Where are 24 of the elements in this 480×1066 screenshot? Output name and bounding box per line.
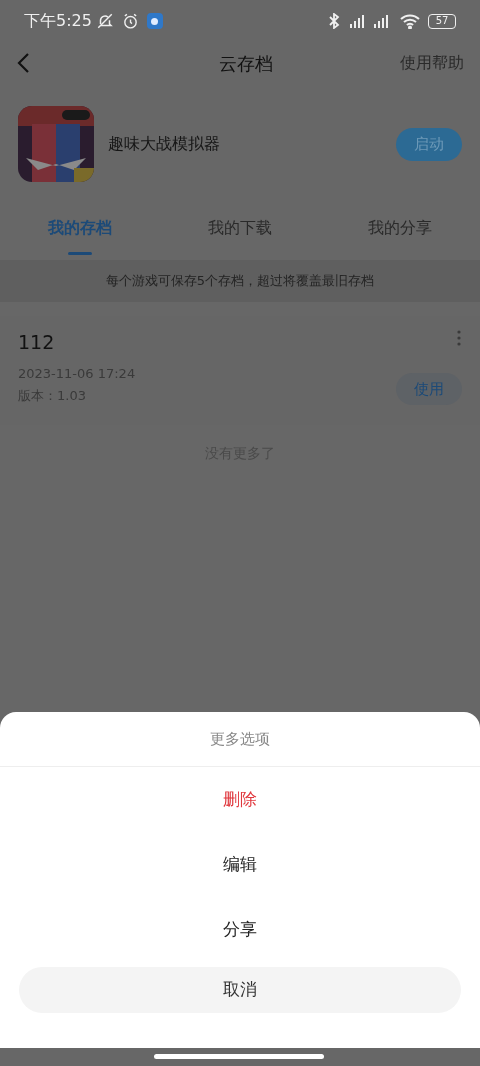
menu-option[interactable]: 编辑	[0, 832, 480, 897]
back-icon[interactable]	[16, 52, 32, 74]
more-icon[interactable]	[456, 330, 462, 346]
app-icon	[18, 106, 94, 182]
sheet-title: 更多选项	[210, 728, 270, 750]
bluetooth-icon	[328, 13, 340, 29]
status-time: 下午5:25	[24, 10, 92, 32]
wifi-icon	[400, 13, 420, 29]
launch-button[interactable]: 启动	[396, 127, 462, 161]
mute-bell-icon	[95, 12, 114, 30]
cancel-button[interactable]: 取消	[19, 967, 461, 1013]
tab[interactable]: 我的下载	[160, 202, 320, 260]
tab[interactable]: 我的分享	[320, 202, 480, 260]
page-title: 云存档	[219, 51, 273, 76]
battery-indicator: 57	[428, 13, 456, 29]
tab[interactable]: 我的存档	[0, 202, 160, 260]
alarm-icon	[121, 12, 139, 30]
app-notification-icon	[146, 13, 163, 29]
save-name: 112	[18, 330, 56, 354]
use-button[interactable]: 使用	[396, 373, 462, 405]
game-name: 趣味大战模拟器	[108, 133, 221, 155]
help-link[interactable]: 使用帮助	[400, 51, 464, 75]
menu-option[interactable]: 删除	[0, 767, 480, 832]
menu-option[interactable]: 分享	[0, 897, 480, 962]
